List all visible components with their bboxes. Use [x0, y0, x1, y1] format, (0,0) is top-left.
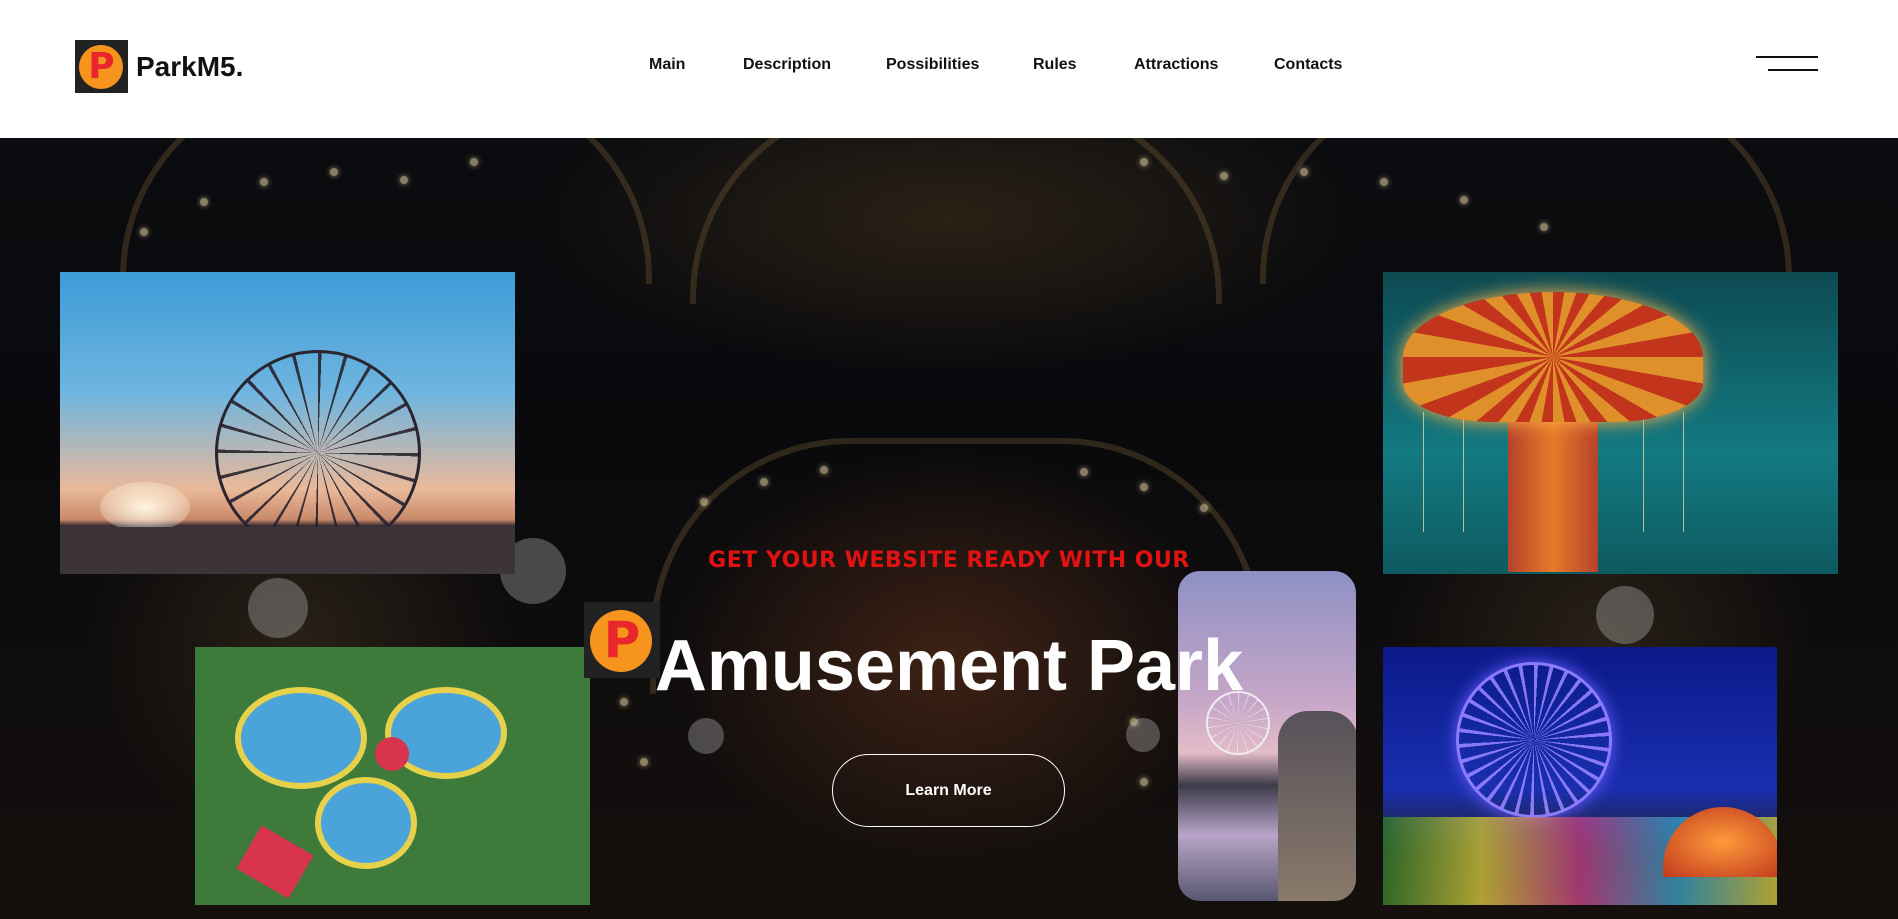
light-bulb-decor — [470, 158, 478, 166]
light-bulb-decor — [820, 466, 828, 474]
light-bulb-decor — [1140, 483, 1148, 491]
circle-decor — [688, 718, 724, 754]
light-bulb-decor — [200, 198, 208, 206]
light-bulb-decor — [1220, 172, 1228, 180]
site-header: P ParkM5. Main Description Possibilities… — [0, 0, 1898, 138]
light-bulb-decor — [1540, 223, 1548, 231]
light-bulb-decor — [1080, 468, 1088, 476]
nav-attractions[interactable]: Attractions — [1134, 56, 1218, 74]
chair-swing-ride-image — [1383, 272, 1838, 574]
light-bulb-decor — [400, 176, 408, 184]
carousel-arch-decor — [120, 138, 652, 284]
circle-decor — [1126, 718, 1160, 752]
light-bulb-decor — [330, 168, 338, 176]
nav-main[interactable]: Main — [649, 56, 685, 74]
pier-ferris-wheel-image — [1178, 571, 1356, 901]
light-bulb-decor — [1300, 168, 1308, 176]
learn-more-button[interactable]: Learn More — [832, 754, 1065, 827]
nav-contacts[interactable]: Contacts — [1274, 56, 1342, 74]
light-bulb-decor — [140, 228, 148, 236]
light-bulb-decor — [700, 498, 708, 506]
light-bulb-decor — [640, 758, 648, 766]
light-bulb-decor — [1200, 504, 1208, 512]
light-bulb-decor — [1460, 196, 1468, 204]
nav-possibilities[interactable]: Possibilities — [886, 56, 979, 74]
light-bulb-decor — [1380, 178, 1388, 186]
nav-description[interactable]: Description — [743, 56, 831, 74]
light-bulb-decor — [260, 178, 268, 186]
hamburger-icon[interactable] — [1756, 56, 1820, 76]
ferris-wheel-sunset-image — [60, 272, 515, 574]
light-bulb-decor — [1140, 778, 1148, 786]
hero-section: P GET YOUR WEBSITE READY WITH OUR Amusem… — [0, 138, 1898, 919]
light-bulb-decor — [1140, 158, 1148, 166]
main-nav: Main Description Possibilities Rules Att… — [0, 56, 1898, 76]
light-bulb-decor — [760, 478, 768, 486]
hero-title: Amusement Park — [654, 626, 1244, 706]
hero-eyebrow: GET YOUR WEBSITE READY WITH OUR — [708, 548, 1190, 573]
carousel-arch-decor — [1260, 138, 1792, 284]
nav-rules[interactable]: Rules — [1033, 56, 1077, 74]
